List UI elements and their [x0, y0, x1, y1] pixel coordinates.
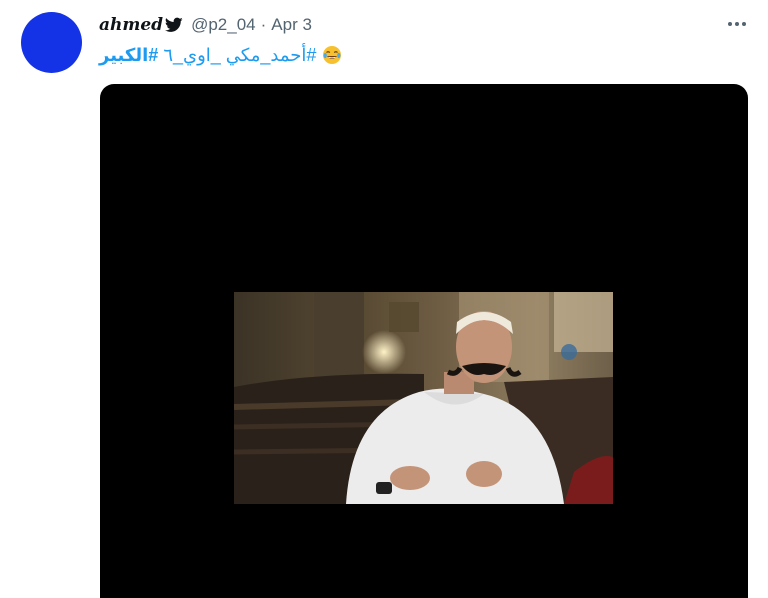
separator-dot: · [260, 15, 267, 34]
more-dot [735, 22, 739, 26]
more-dot [728, 22, 732, 26]
avatar[interactable] [21, 12, 82, 73]
tweet-media[interactable] [100, 84, 748, 598]
twitter-bird-icon [165, 17, 183, 32]
more-dot [742, 22, 746, 26]
author-handle[interactable]: @p2_04 [191, 15, 256, 35]
tweet-header: ahmed @p2_04 · Apr 3 [99, 13, 312, 37]
tears-of-joy-emoji-icon [323, 46, 342, 64]
tweet-text: #الكبير #أحمد_مكي _اوي_٦ [99, 42, 342, 68]
hashtag-ahmed-mekky[interactable]: #أحمد_مكي _اوي_٦ [163, 45, 316, 66]
tweet-date[interactable]: Apr 3 [271, 15, 312, 35]
video-frame[interactable] [234, 292, 613, 504]
tweet: ahmed @p2_04 · Apr 3 #الكبير #أحمد_مكي _… [0, 0, 768, 598]
more-options-icon[interactable] [726, 14, 748, 34]
hashtag-alkabeer[interactable]: #الكبير [99, 45, 158, 66]
author-name[interactable]: ahmed [99, 15, 163, 35]
